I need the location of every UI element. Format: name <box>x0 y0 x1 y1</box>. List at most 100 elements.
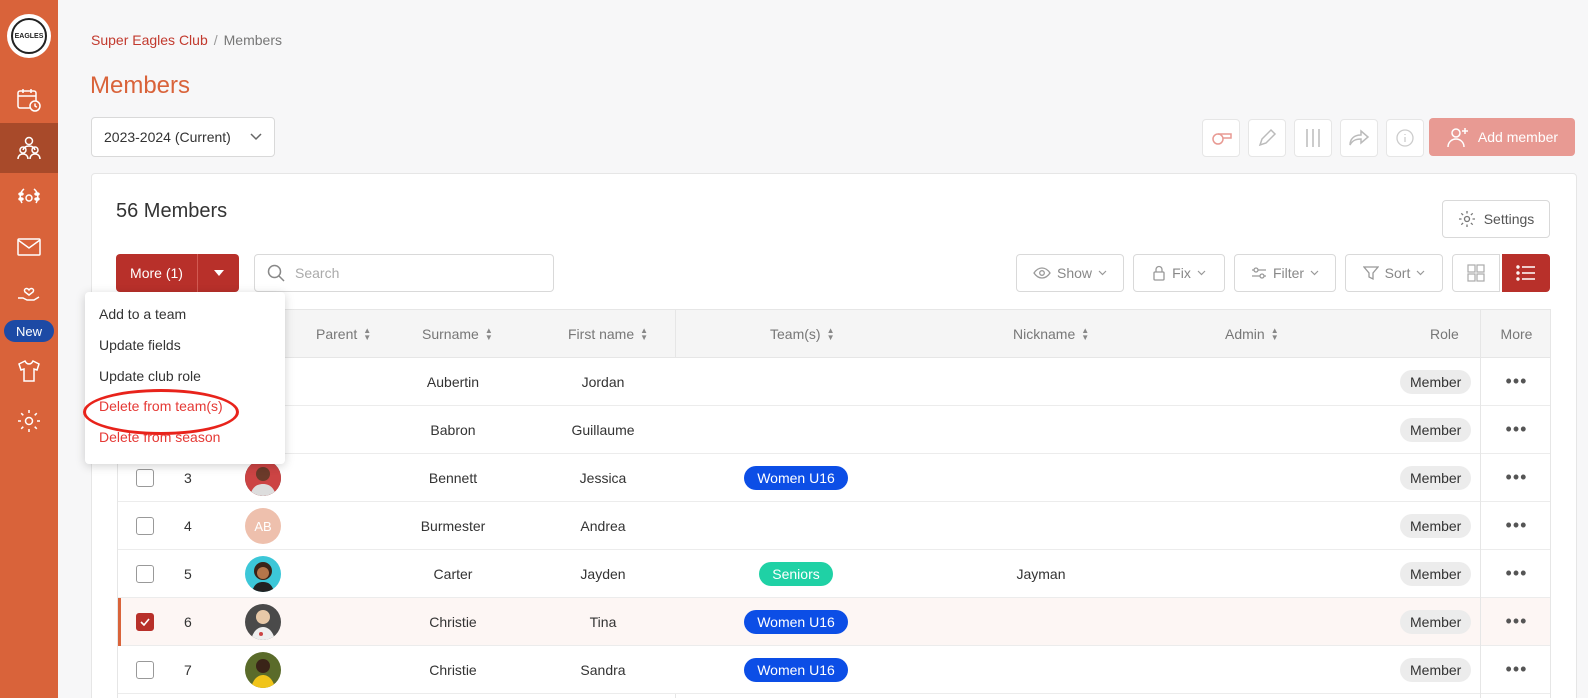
row-checkbox[interactable] <box>136 469 154 487</box>
table-row[interactable]: 1 Aubertin Jordan Member <box>118 358 1550 406</box>
settings-button[interactable]: Settings <box>1442 200 1550 238</box>
sort-icon: ▲ ▼ <box>826 326 835 342</box>
row-role-cell: Member <box>1400 406 1472 454</box>
table-row[interactable]: 4 AB Burmester Andrea Member <box>118 502 1550 550</box>
table-row[interactable]: 3 Bennett Jessica Women U16 Member <box>118 454 1550 502</box>
header-nickname-label: Nickname <box>1013 326 1076 342</box>
row-more-icon[interactable]: ••• <box>1481 358 1550 406</box>
team-badge[interactable]: Women U16 <box>744 658 848 682</box>
breadcrumb-current: Members <box>223 32 282 48</box>
row-avatar-cell: AB <box>245 502 281 550</box>
equipment-nav[interactable] <box>0 346 58 396</box>
table-row-selected[interactable]: 6 Christie Tina Women U16 Member <box>118 598 1550 646</box>
team-badge[interactable]: Seniors <box>759 562 833 586</box>
table-header: Parent ▲ ▼ Surname ▲ ▼ First name ▲ ▼ Team(s) ▲… <box>118 310 1550 358</box>
header-nickname[interactable]: Nickname ▲ ▼ <box>1013 310 1089 358</box>
settings-nav[interactable] <box>0 396 58 446</box>
row-role-cell: Member <box>1400 454 1472 502</box>
whistle-button[interactable] <box>1202 119 1240 157</box>
header-admin[interactable]: Admin ▲ ▼ <box>1225 310 1279 358</box>
header-parent[interactable]: Parent ▲ ▼ <box>316 310 371 358</box>
table-row[interactable]: 2 Babron Guillaume Member <box>118 406 1550 454</box>
fix-dropdown[interactable]: Fix <box>1133 254 1225 292</box>
row-first-name: Jayden <box>580 566 626 582</box>
row-number: 4 <box>184 518 192 534</box>
row-checkbox-cell[interactable] <box>136 646 154 694</box>
header-first-name[interactable]: First name ▲ ▼ <box>568 310 648 358</box>
row-surname: Bennett <box>428 470 478 486</box>
row-more-icon[interactable]: ••• <box>1481 550 1550 598</box>
row-more-icon[interactable]: ••• <box>1481 646 1550 694</box>
avatar <box>245 556 281 592</box>
row-checkbox-cell[interactable] <box>136 502 154 550</box>
header-role-label: Role <box>1430 326 1459 342</box>
funnel-icon <box>1362 266 1379 281</box>
sort-icon: ▲ ▼ <box>484 326 493 342</box>
row-more-icon[interactable]: ••• <box>1481 454 1550 502</box>
show-dropdown[interactable]: Show <box>1016 254 1124 292</box>
row-number: 5 <box>184 566 192 582</box>
avatar <box>245 604 281 640</box>
row-role-cell: Member <box>1400 550 1472 598</box>
menu-item-add-to-team[interactable]: Add to a team <box>99 306 186 322</box>
row-role-cell: Member <box>1400 646 1472 694</box>
row-checkbox-cell[interactable] <box>136 598 154 646</box>
donations-nav[interactable] <box>0 272 58 314</box>
menu-item-update-club-role[interactable]: Update club role <box>99 368 201 384</box>
more-actions-button[interactable]: More (1) <box>116 254 239 292</box>
row-checkbox-cell[interactable] <box>136 550 154 598</box>
row-surname: Babron <box>430 422 476 438</box>
edit-button[interactable] <box>1248 119 1286 157</box>
add-member-button[interactable]: Add member <box>1429 118 1575 156</box>
row-more-icon[interactable]: ••• <box>1481 406 1550 454</box>
more-actions-caret[interactable] <box>198 254 239 292</box>
share-button[interactable] <box>1340 119 1378 157</box>
club-logo[interactable]: EAGLES <box>7 14 51 58</box>
chevron-down-icon <box>1197 270 1206 276</box>
header-first-name-label: First name <box>568 326 635 342</box>
members-nav[interactable] <box>0 123 58 173</box>
row-nickname: Jayman <box>1016 566 1066 582</box>
row-checkbox[interactable] <box>136 517 154 535</box>
avatar <box>245 652 281 688</box>
menu-item-update-fields[interactable]: Update fields <box>99 337 181 353</box>
row-avatar-cell <box>245 646 281 694</box>
sort-icon: ▲ ▼ <box>1081 326 1090 342</box>
breadcrumb-club-link[interactable]: Super Eagles Club <box>91 32 208 48</box>
row-checkbox[interactable] <box>136 565 154 583</box>
table-row[interactable]: 7 Christie Sandra Women U16 Member <box>118 646 1550 694</box>
list-view-button[interactable] <box>1502 254 1550 292</box>
search-input[interactable] <box>295 265 541 281</box>
info-button[interactable] <box>1386 119 1424 157</box>
messages-nav[interactable] <box>0 222 58 272</box>
sort-icon: ▲ ▼ <box>1270 326 1279 342</box>
header-role[interactable]: Role <box>1430 310 1459 358</box>
calendar-nav[interactable] <box>0 75 58 125</box>
team-badge[interactable]: Women U16 <box>744 610 848 634</box>
row-team-cell: Women U16 <box>736 646 856 694</box>
header-teams[interactable]: Team(s) ▲ ▼ <box>770 310 834 358</box>
trophies-nav[interactable] <box>0 173 58 223</box>
row-more-icon[interactable]: ••• <box>1481 502 1550 550</box>
highlight-annotation <box>83 389 239 435</box>
grid-view-button[interactable] <box>1452 254 1500 292</box>
add-member-label: Add member <box>1477 129 1559 145</box>
role-badge: Member <box>1400 610 1472 634</box>
row-checkbox-checked[interactable] <box>136 613 154 631</box>
eye-icon <box>1033 267 1051 279</box>
columns-button[interactable] <box>1294 119 1332 157</box>
header-surname-label: Surname <box>422 326 479 342</box>
row-checkbox[interactable] <box>136 661 154 679</box>
team-badge[interactable]: Women U16 <box>744 466 848 490</box>
season-select[interactable]: 2023-2024 (Current) <box>91 117 275 157</box>
gear-icon <box>1458 211 1475 227</box>
filter-dropdown[interactable]: Filter <box>1234 254 1336 292</box>
header-teams-label: Team(s) <box>770 326 821 342</box>
header-surname[interactable]: Surname ▲ ▼ <box>422 310 493 358</box>
row-first-name: Sandra <box>580 662 626 678</box>
table-row[interactable]: 5 Carter Jayden Seniors Jayman Member <box>118 550 1550 598</box>
filter-label: Filter <box>1272 265 1305 281</box>
sort-dropdown[interactable]: Sort <box>1345 254 1443 292</box>
row-first-name: Tina <box>589 614 617 630</box>
row-more-icon[interactable]: ••• <box>1481 598 1550 646</box>
